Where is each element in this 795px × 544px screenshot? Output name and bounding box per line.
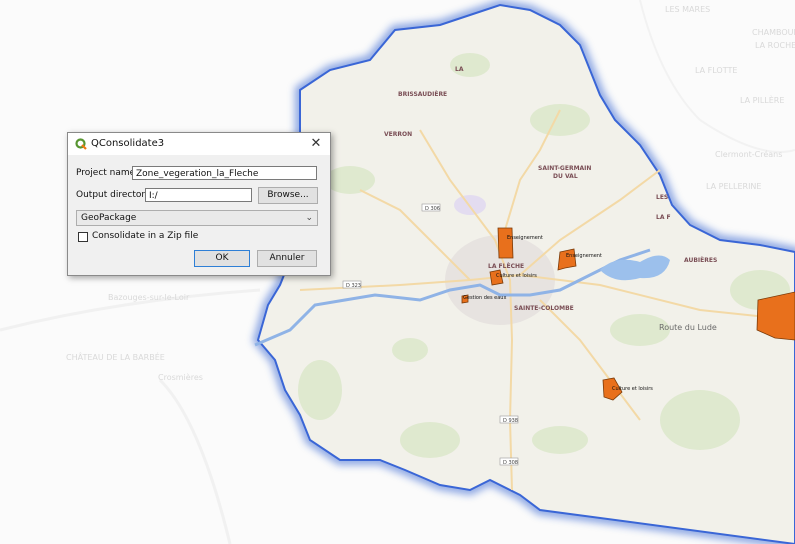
- place-label: AUBIÈRES: [684, 256, 717, 264]
- zip-checkbox[interactable]: [78, 232, 88, 242]
- place-label: VERRON: [384, 131, 412, 138]
- close-icon[interactable]: ✕: [302, 133, 330, 155]
- place-label: LES: [656, 194, 668, 201]
- ok-button[interactable]: OK: [194, 250, 250, 267]
- project-name-row: Project name Zone_vegeration_la_Fleche: [76, 165, 322, 181]
- zone-enseignement-1: [497, 227, 514, 259]
- road-label: D 306: [425, 206, 440, 212]
- place-label: DU VAL: [553, 173, 578, 180]
- chevron-down-icon: ⌄: [305, 213, 313, 223]
- road-label: D 938: [503, 418, 518, 424]
- cancel-button[interactable]: Annuler: [257, 250, 317, 267]
- zone-label: Culture et loisirs: [496, 273, 537, 279]
- place-label: BRISSAUDIÈRE: [398, 90, 447, 98]
- project-name-label: Project name: [76, 168, 136, 178]
- faded-label: Crosmières: [158, 372, 203, 382]
- faded-label: LA PILLÈRE: [740, 94, 784, 105]
- zone-label: Culture et loisirs: [612, 386, 653, 392]
- faded-label: Bazouges-sur-le-Loir: [108, 293, 190, 302]
- zip-label: Consolidate in a Zip file: [92, 231, 199, 241]
- urban-purple: [454, 195, 486, 215]
- zone-east: [756, 291, 795, 341]
- place-label: LA FLÈCHE: [488, 262, 524, 270]
- dialog-titlebar[interactable]: QConsolidate3 ✕: [68, 133, 330, 155]
- road-label: D 323: [346, 283, 361, 289]
- format-value: GeoPackage: [81, 213, 137, 223]
- faded-label: LES MARES: [665, 5, 710, 14]
- place-label: SAINTE-COLOMBE: [514, 305, 574, 312]
- dialog-title: QConsolidate3: [91, 138, 165, 149]
- faded-label: Clermont-Créans: [715, 149, 782, 159]
- output-dir-input[interactable]: I:/: [145, 188, 252, 202]
- zone-label: Gestion des eaux: [463, 295, 506, 301]
- place-label: SAINT-GERMAIN: [538, 165, 591, 172]
- output-dir-row: Output directory I:/ Browse...: [76, 187, 322, 205]
- faded-label: LA ROCHE: [755, 41, 795, 50]
- place-label: LA: [455, 66, 464, 73]
- faded-label: CHAMBOURDE: [752, 28, 795, 37]
- zone-label: Enseignement: [507, 235, 543, 241]
- format-select[interactable]: GeoPackage ⌄: [76, 210, 318, 226]
- qgis-icon: [75, 138, 87, 150]
- faded-label: LA FLOTTE: [695, 66, 737, 75]
- browse-button[interactable]: Browse...: [258, 187, 318, 204]
- road-label: Route du Lude: [659, 323, 717, 332]
- faded-label: CHÂTEAU DE LA BARBÉE: [66, 351, 165, 362]
- place-label: LA F: [656, 214, 671, 221]
- project-name-input[interactable]: Zone_vegeration_la_Fleche: [132, 166, 317, 180]
- output-dir-label: Output directory: [76, 190, 151, 200]
- qconsolidate-dialog: QConsolidate3 ✕ Project name Zone_vegera…: [67, 132, 331, 276]
- zone-label: Enseignement: [566, 253, 602, 259]
- road-label: D 308: [503, 460, 518, 466]
- faded-label: LA PELLERINE: [706, 182, 761, 191]
